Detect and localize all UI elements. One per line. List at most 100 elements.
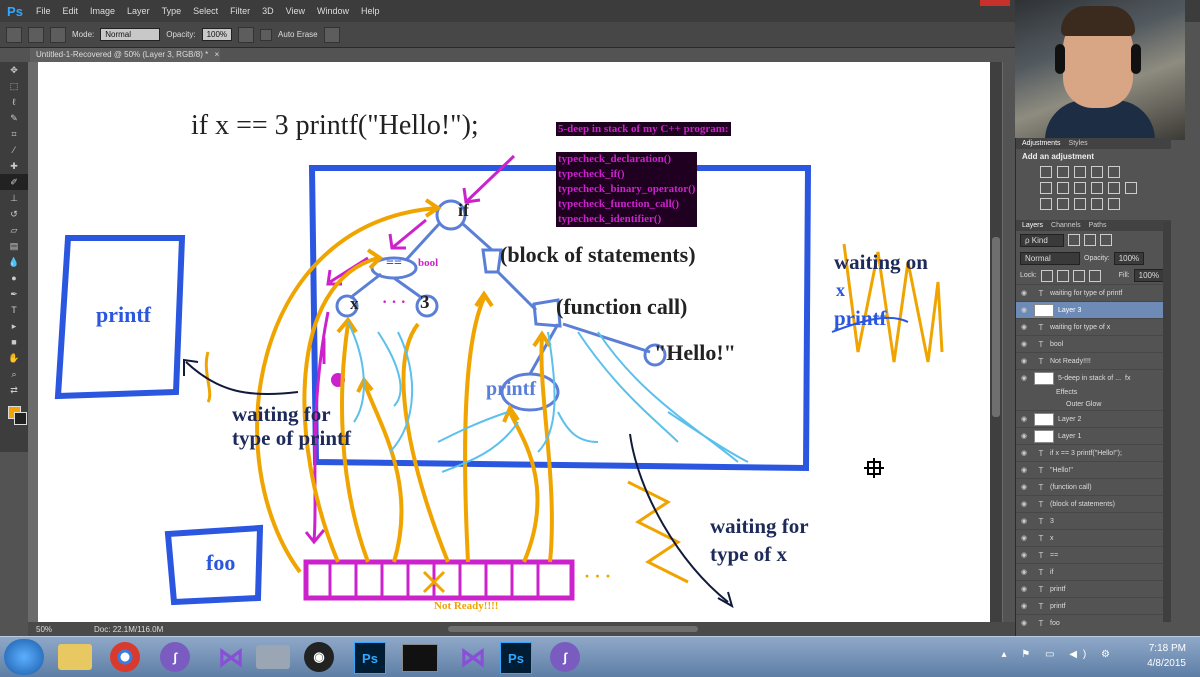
close-tab-icon[interactable]: × xyxy=(214,50,219,59)
channel-mixer-icon[interactable] xyxy=(1108,182,1120,194)
path-select-tool-icon[interactable]: ▸ xyxy=(0,318,28,334)
eraser-tool-icon[interactable]: ▱ xyxy=(0,222,28,238)
visual-studio-icon[interactable]: ⋈ xyxy=(208,640,254,674)
lasso-tool-icon[interactable]: ℓ xyxy=(0,94,28,110)
document-tab[interactable]: Untitled-1-Recovered @ 50% (Layer 3, RGB… xyxy=(30,48,220,62)
menu-help[interactable]: Help xyxy=(355,6,386,16)
visibility-eye-icon[interactable]: ◉ xyxy=(1016,466,1032,474)
system-tray-icons[interactable]: ▴ ⚑ ▭ ◀) ⚙ xyxy=(1001,649,1116,660)
selective-color-icon[interactable] xyxy=(1108,198,1120,210)
chrome-icon[interactable] xyxy=(110,642,140,672)
visibility-eye-icon[interactable]: ◉ xyxy=(1016,500,1032,508)
layer-fx-icon[interactable]: fx xyxy=(1125,375,1130,382)
blur-tool-icon[interactable]: 💧 xyxy=(0,254,28,270)
visibility-eye-icon[interactable]: ◉ xyxy=(1016,602,1032,610)
document-canvas[interactable]: if x == 3 printf("Hello!"); 5-deep in st… xyxy=(38,62,990,622)
visibility-eye-icon[interactable]: ◉ xyxy=(1016,374,1032,382)
visibility-eye-icon[interactable]: ◉ xyxy=(1016,289,1032,297)
layer-row[interactable]: ◉ T 3 xyxy=(1016,512,1171,529)
pressure-opacity-icon[interactable] xyxy=(238,26,255,43)
brush-panel-icon[interactable] xyxy=(50,26,66,43)
layer-row[interactable]: ◉ Layer 2 xyxy=(1016,410,1171,427)
visibility-eye-icon[interactable]: ◉ xyxy=(1016,340,1032,348)
close-window-button[interactable] xyxy=(980,0,1010,6)
auto-erase-checkbox[interactable] xyxy=(260,28,273,41)
blend-mode-select[interactable]: Normal xyxy=(1020,252,1080,265)
visibility-eye-icon[interactable]: ◉ xyxy=(1016,449,1032,457)
menu-filter[interactable]: Filter xyxy=(224,6,256,16)
fill-input[interactable]: 100% xyxy=(1133,269,1165,282)
layer-row[interactable]: ◉ Tif x == 3 printf("Hello!"); xyxy=(1016,444,1171,461)
brush-tool-icon[interactable] xyxy=(6,26,22,43)
layer-row[interactable]: ◉ Tprintf xyxy=(1016,580,1171,597)
layer-row[interactable]: ◉ T == xyxy=(1016,546,1171,563)
visual-studio-icon-2[interactable]: ⋈ xyxy=(450,640,496,674)
visibility-eye-icon[interactable]: ◉ xyxy=(1016,585,1032,593)
zoom-level[interactable]: 50% xyxy=(36,625,52,634)
layer-row[interactable]: ◉ Layer 1 xyxy=(1016,427,1171,444)
layer-row[interactable]: ◉ Tfoo xyxy=(1016,614,1171,631)
color-balance-icon[interactable] xyxy=(1057,182,1069,194)
visibility-eye-icon[interactable]: ◉ xyxy=(1016,551,1032,559)
rectangle-tool-icon[interactable]: ■ xyxy=(0,334,28,350)
visibility-eye-icon[interactable]: ◉ xyxy=(1016,483,1032,491)
vertical-scrollbar[interactable] xyxy=(990,62,1002,622)
type-filter-icon[interactable] xyxy=(1100,234,1112,246)
menu-window[interactable]: Window xyxy=(311,6,355,16)
lock-transparent-icon[interactable] xyxy=(1040,269,1053,282)
threshold-icon[interactable] xyxy=(1074,198,1086,210)
layer-row[interactable]: ◉ T (function call) xyxy=(1016,478,1171,495)
visibility-eye-icon[interactable]: ◉ xyxy=(1016,534,1032,542)
tab-channels[interactable]: Channels xyxy=(1051,222,1081,229)
exposure-icon[interactable] xyxy=(1091,166,1103,178)
dodge-tool-icon[interactable]: ● xyxy=(0,270,28,286)
quick-select-tool-icon[interactable]: ✎ xyxy=(0,110,28,126)
vertical-scroll-thumb[interactable] xyxy=(992,237,1000,417)
brightness-icon[interactable] xyxy=(1040,166,1052,178)
photoshop-taskbar-icon-active[interactable]: Ps xyxy=(500,642,532,674)
visibility-eye-icon[interactable]: ◉ xyxy=(1016,619,1032,627)
layer-row[interactable]: ◉ T Not Ready!!!! xyxy=(1016,352,1171,369)
swap-colors-icon[interactable]: ⇄ xyxy=(0,382,28,398)
tab-paths[interactable]: Paths xyxy=(1089,222,1107,229)
move-tool-icon[interactable]: ✥ xyxy=(0,62,28,78)
pressure-size-icon[interactable] xyxy=(323,26,340,43)
opacity-input[interactable]: 100% xyxy=(201,28,233,41)
visibility-eye-icon[interactable]: ◉ xyxy=(1016,357,1032,365)
doc-info[interactable]: Doc: 22.1M/116.0M xyxy=(94,625,163,634)
brush-tool-icon[interactable]: ✐ xyxy=(0,174,28,190)
visibility-eye-icon[interactable]: ◉ xyxy=(1016,415,1032,423)
visibility-eye-icon[interactable]: ◉ xyxy=(1016,323,1032,331)
console-icon[interactable] xyxy=(402,644,438,672)
kind-filter-select[interactable]: ρ Kind xyxy=(1020,234,1064,247)
layers-scrollbar[interactable] xyxy=(1163,222,1171,622)
visibility-eye-icon[interactable]: ◉ xyxy=(1016,432,1032,440)
layer-row[interactable]: ◉ Twaiting for type of x xyxy=(1016,318,1171,335)
layer-row[interactable]: ◉ Twaiting for type of printf xyxy=(1016,284,1171,301)
menu-file[interactable]: File xyxy=(30,6,57,16)
hue-saturation-icon[interactable] xyxy=(1040,182,1052,194)
posterize-icon[interactable] xyxy=(1057,198,1069,210)
layer-row[interactable]: ◉ Tbool xyxy=(1016,335,1171,352)
layer-row[interactable]: ◉ Tprintf xyxy=(1016,597,1171,614)
pixel-filter-icon[interactable] xyxy=(1068,234,1080,246)
effects-row[interactable]: Effects xyxy=(1016,386,1171,398)
remote-desktop-icon[interactable] xyxy=(256,645,290,669)
visibility-eye-icon[interactable]: ◉ xyxy=(1016,568,1032,576)
outer-glow-row[interactable]: Outer Glow xyxy=(1016,398,1171,410)
eyedropper-tool-icon[interactable]: ⁄ xyxy=(0,142,28,158)
clock[interactable]: 7:18 PM 4/8/2015 xyxy=(1147,641,1186,671)
menu-select[interactable]: Select xyxy=(187,6,224,16)
zoom-tool-icon[interactable]: ⌕ xyxy=(0,366,28,382)
curves-icon[interactable] xyxy=(1074,166,1086,178)
tab-styles[interactable]: Styles xyxy=(1069,140,1088,147)
emacs-icon[interactable]: ʃ xyxy=(160,642,190,672)
photoshop-taskbar-icon[interactable]: Ps xyxy=(354,642,386,674)
menu-image[interactable]: Image xyxy=(84,6,121,16)
layer-row[interactable]: ◉ 5-deep in stack of ... fx xyxy=(1016,369,1171,386)
layer-row[interactable]: ◉ Tif xyxy=(1016,563,1171,580)
menu-3d[interactable]: 3D xyxy=(256,6,280,16)
lock-position-icon[interactable] xyxy=(1072,269,1085,282)
obs-icon[interactable]: ◉ xyxy=(304,642,334,672)
layer-opacity-input[interactable]: 100% xyxy=(1113,252,1145,265)
